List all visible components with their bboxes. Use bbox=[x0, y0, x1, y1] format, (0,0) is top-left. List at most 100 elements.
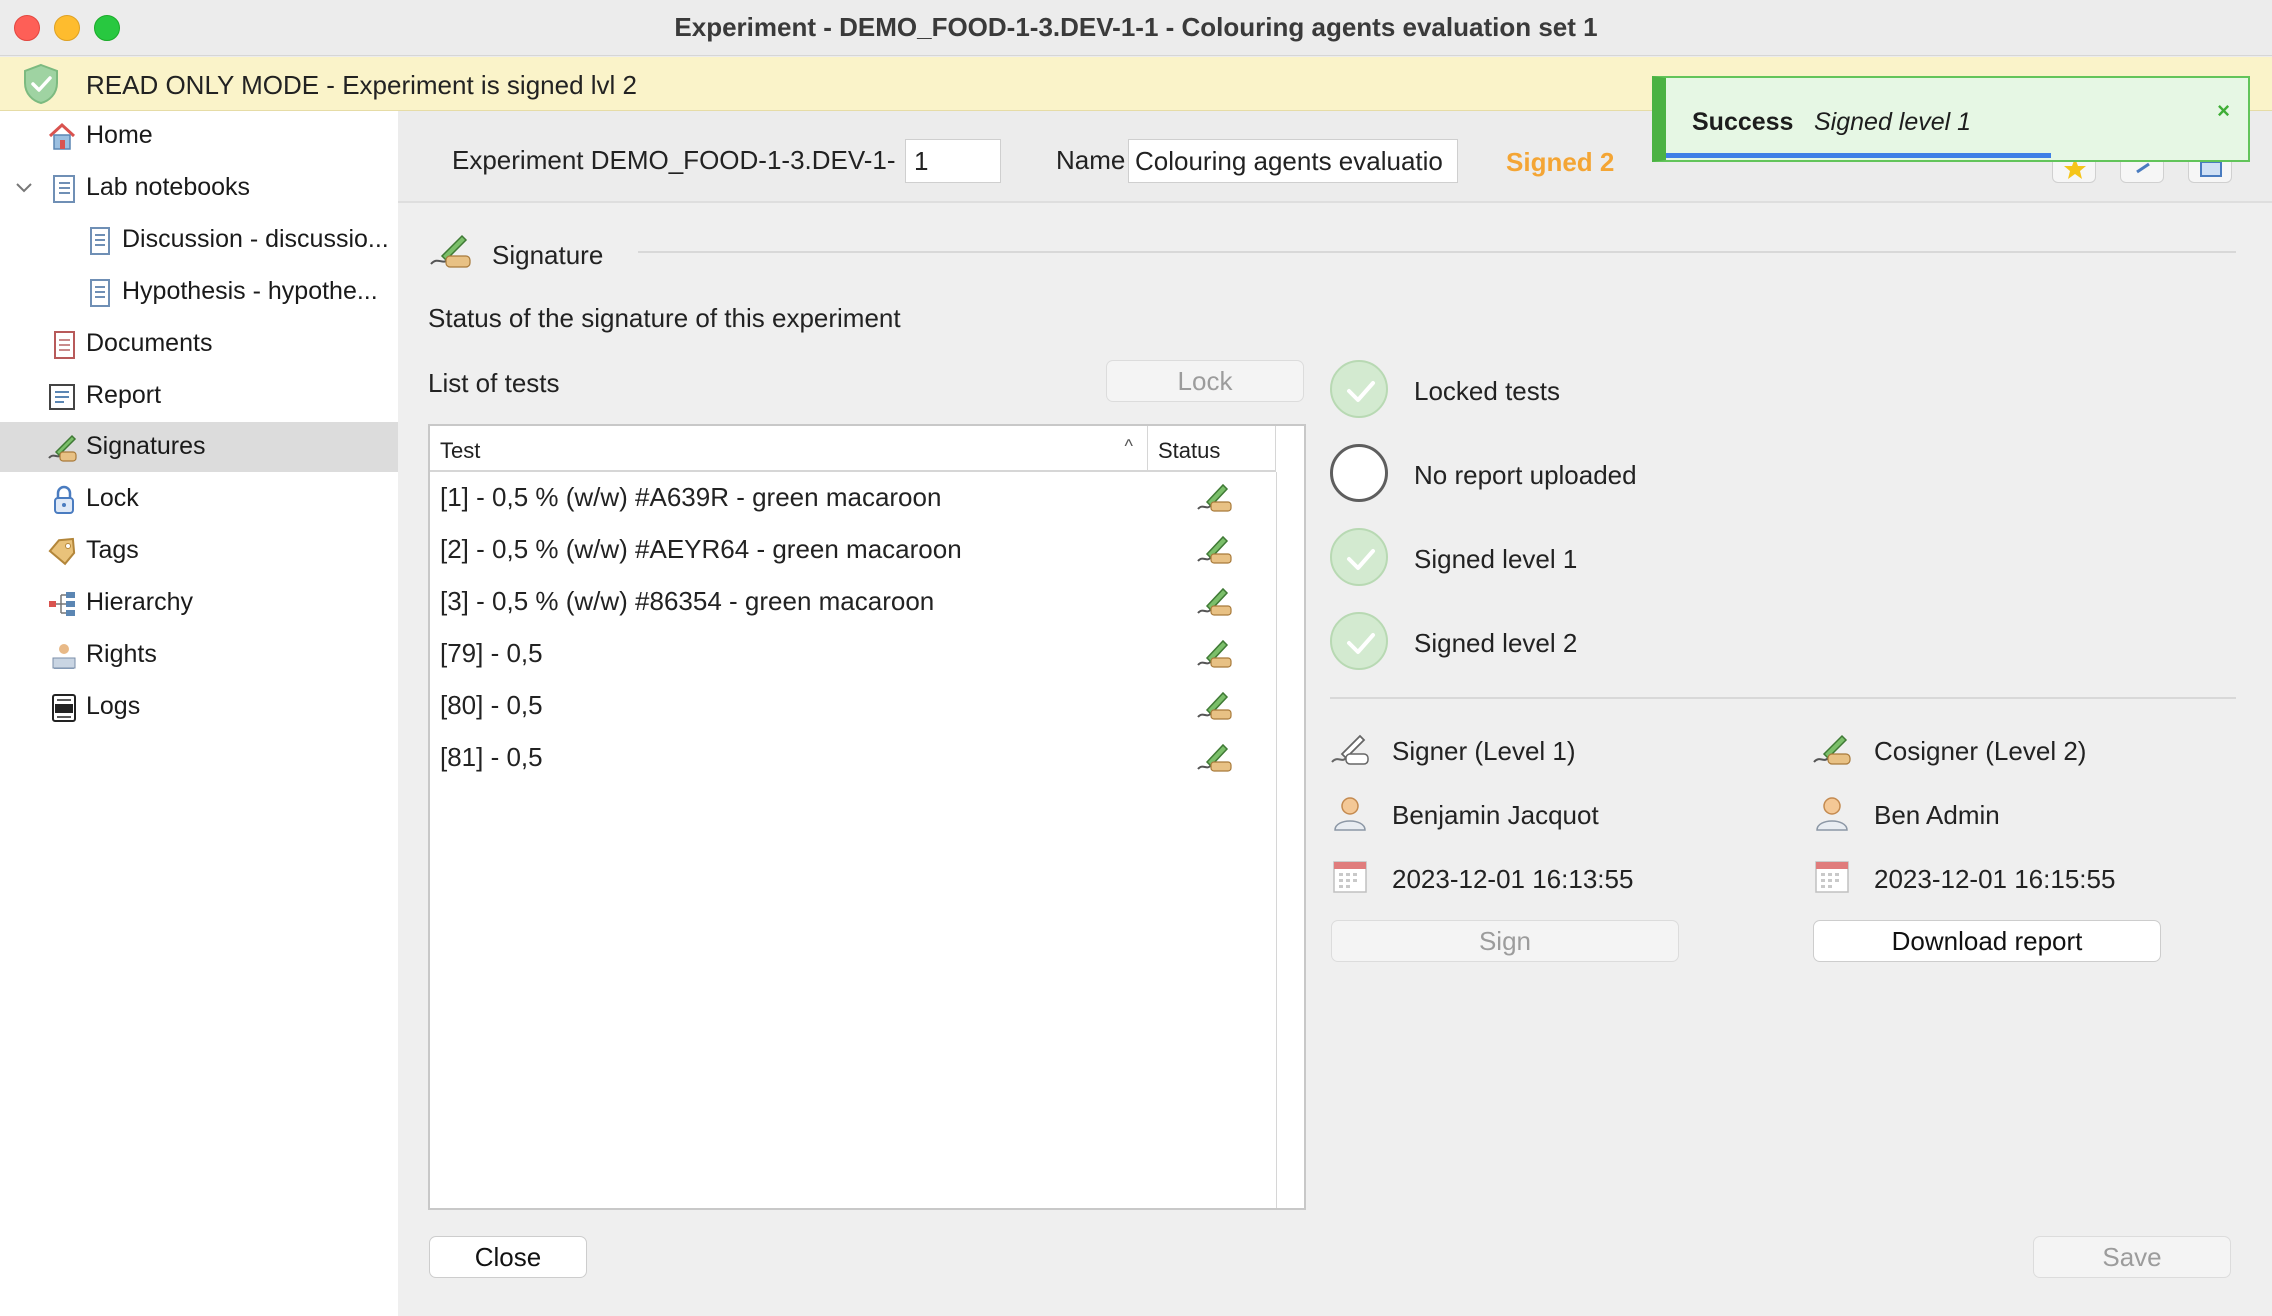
tag-icon bbox=[48, 537, 76, 566]
chevron-down-icon[interactable] bbox=[14, 180, 34, 196]
sidebar-item-label: Logs bbox=[86, 692, 141, 720]
test-name-cell: [1] - 0,5 % (w/w) #A639R - green macaroo… bbox=[440, 482, 942, 512]
table-scrollbar[interactable] bbox=[1276, 472, 1277, 1208]
test-name-cell: [2] - 0,5 % (w/w) #AEYR64 - green macaro… bbox=[440, 534, 962, 564]
test-name-cell: [3] - 0,5 % (w/w) #86354 - green macaroo… bbox=[440, 586, 935, 616]
tests-table: Test ^ Status [1] - 0,5 % (w/w) #A639R -… bbox=[428, 424, 1306, 1210]
window-title: Experiment - DEMO_FOOD-1-3.DEV-1-1 - Col… bbox=[674, 12, 1598, 42]
sidebar-item-hypothesis[interactable]: Hypothesis - hypothe... bbox=[0, 267, 398, 317]
rights-icon bbox=[52, 644, 76, 669]
section-divider bbox=[638, 251, 2236, 253]
report-icon bbox=[49, 384, 75, 410]
signature-icon bbox=[1813, 734, 1851, 765]
signed-icon bbox=[1197, 743, 1232, 772]
sidebar-item-label: Lock bbox=[86, 484, 139, 512]
toast-title: Success bbox=[1692, 108, 1794, 136]
calendar-icon bbox=[1333, 861, 1367, 893]
sidebar-item-tags[interactable]: Tags bbox=[0, 526, 398, 576]
name-label: Name bbox=[1056, 145, 1126, 175]
sidebar-item-lab-notebooks[interactable]: Lab notebooks bbox=[0, 163, 398, 213]
save-button[interactable]: Save bbox=[2033, 1236, 2231, 1278]
hierarchy-icon bbox=[49, 592, 75, 616]
calendar-icon bbox=[1815, 861, 1849, 893]
column-header-test[interactable]: Test ^ bbox=[430, 426, 1148, 472]
signed-icon bbox=[1197, 483, 1232, 512]
sidebar-item-label: Signatures bbox=[86, 432, 206, 460]
table-row[interactable]: [80] - 0,5 bbox=[430, 680, 1276, 732]
table-row[interactable]: [1] - 0,5 % (w/w) #A639R - green macaroo… bbox=[430, 472, 1276, 524]
signature-icon bbox=[48, 434, 77, 462]
shield-check-icon bbox=[24, 63, 58, 105]
sidebar-item-signatures[interactable]: Signatures bbox=[0, 422, 398, 472]
signer-role-row: Signer (Level 1) bbox=[1330, 730, 1750, 770]
sidebar-item-lock[interactable]: Lock bbox=[0, 474, 398, 524]
lock-icon bbox=[54, 485, 74, 514]
close-button[interactable]: Close bbox=[429, 1236, 587, 1278]
sidebar-item-hierarchy[interactable]: Hierarchy bbox=[0, 578, 398, 628]
column-header-label: Test bbox=[440, 438, 481, 463]
signer-name: Benjamin Jacquot bbox=[1392, 800, 1599, 830]
success-toast: Success Signed level 1 × bbox=[1652, 76, 2250, 162]
status-label: Signed level 2 bbox=[1414, 628, 1578, 658]
status-signed-level-1: Signed level 1 bbox=[1330, 528, 1730, 588]
cosigner-name: Ben Admin bbox=[1874, 800, 2000, 830]
notebook-page-icon bbox=[90, 227, 110, 255]
logs-icon bbox=[52, 694, 76, 722]
section-title: Signature bbox=[492, 240, 604, 270]
table-row[interactable]: [3] - 0,5 % (w/w) #86354 - green macaroo… bbox=[430, 576, 1276, 628]
table-row[interactable]: [79] - 0,5 bbox=[430, 628, 1276, 680]
sidebar-item-rights[interactable]: Rights bbox=[0, 630, 398, 680]
experiment-number-field[interactable]: 1 bbox=[905, 139, 1001, 183]
sidebar: Home Lab notebooks Discussion - discussi… bbox=[0, 111, 418, 1316]
sidebar-item-home[interactable]: Home bbox=[0, 111, 398, 161]
sidebar-item-label: Report bbox=[86, 381, 162, 409]
empty-circle-icon bbox=[1330, 444, 1388, 502]
sign-button[interactable]: Sign bbox=[1331, 920, 1679, 962]
signer-date: 2023-12-01 16:13:55 bbox=[1392, 864, 1634, 894]
toast-progress-bar bbox=[1666, 153, 2051, 158]
documents-icon bbox=[54, 331, 75, 359]
sidebar-item-label: Lab notebooks bbox=[86, 173, 251, 201]
experiment-name-field[interactable]: Colouring agents evaluatio bbox=[1128, 139, 1458, 183]
sidebar-item-label: Hierarchy bbox=[86, 588, 193, 616]
status-signed-level-2: Signed level 2 bbox=[1330, 612, 1730, 672]
signer-panel: Signer (Level 1) Benjamin Jacquot 2023-1… bbox=[1330, 730, 1750, 950]
signed-status-badge: Signed 2 bbox=[1506, 147, 1615, 177]
table-row[interactable]: [2] - 0,5 % (w/w) #AEYR64 - green macaro… bbox=[430, 524, 1276, 576]
signer-name-row: Benjamin Jacquot bbox=[1330, 794, 1750, 834]
window-titlebar: Experiment - DEMO_FOOD-1-3.DEV-1-1 - Col… bbox=[0, 0, 2272, 56]
signature-icon bbox=[430, 234, 471, 268]
sidebar-item-documents[interactable]: Documents bbox=[0, 319, 398, 369]
signer-date-row: 2023-12-01 16:13:55 bbox=[1330, 858, 1750, 898]
sidebar-item-label: Discussion - discussio... bbox=[122, 225, 389, 253]
experiment-label: Experiment DEMO_FOOD-1-3.DEV-1- bbox=[452, 145, 896, 175]
user-icon bbox=[1334, 797, 1366, 831]
status-label: Locked tests bbox=[1414, 376, 1560, 406]
signed-icon bbox=[1197, 639, 1232, 668]
table-row[interactable]: [81] - 0,5 bbox=[430, 732, 1276, 784]
sidebar-item-logs[interactable]: Logs bbox=[0, 682, 398, 732]
column-header-status[interactable]: Status bbox=[1148, 426, 1276, 472]
sidebar-item-label: Hypothesis - hypothe... bbox=[122, 277, 378, 305]
test-name-cell: [80] - 0,5 bbox=[440, 690, 543, 720]
user-icon bbox=[1816, 797, 1848, 831]
sidebar-item-discussion[interactable]: Discussion - discussio... bbox=[0, 215, 398, 265]
cosigner-date: 2023-12-01 16:15:55 bbox=[1874, 864, 2116, 894]
cosigner-panel: Cosigner (Level 2) Ben Admin 2023-12-01 … bbox=[1812, 730, 2232, 950]
signed-icon bbox=[1197, 587, 1232, 616]
status-report-uploaded: No report uploaded bbox=[1330, 444, 1730, 504]
lock-button[interactable]: Lock bbox=[1106, 360, 1304, 402]
column-header-label: Status bbox=[1158, 438, 1221, 463]
status-description: Status of the signature of this experime… bbox=[428, 303, 901, 333]
cosigner-name-row: Ben Admin bbox=[1812, 794, 2232, 834]
notebook-page-icon bbox=[90, 279, 110, 307]
toast-message: Signed level 1 bbox=[1814, 108, 1972, 136]
tests-list-label: List of tests bbox=[428, 368, 560, 398]
signers-divider bbox=[1330, 697, 2236, 699]
sidebar-item-label: Home bbox=[86, 121, 153, 149]
sidebar-item-report[interactable]: Report bbox=[0, 371, 398, 421]
download-report-button[interactable]: Download report bbox=[1813, 920, 2161, 962]
check-circle-icon bbox=[1330, 528, 1388, 586]
close-icon[interactable]: × bbox=[2217, 98, 2230, 124]
cosigner-date-row: 2023-12-01 16:15:55 bbox=[1812, 858, 2232, 898]
